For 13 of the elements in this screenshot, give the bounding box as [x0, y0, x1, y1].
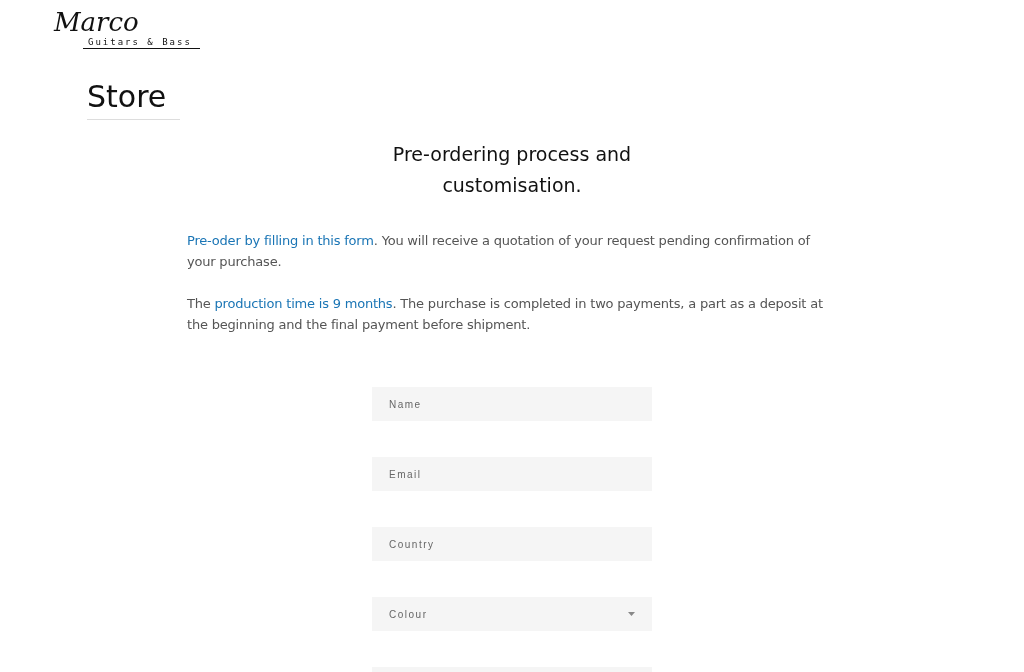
link[interactable]: Pre-oder by filling in this form [187, 233, 374, 248]
link[interactable]: production time is 9 months [214, 296, 393, 311]
input-field[interactable]: Email [372, 457, 652, 491]
input-field[interactable]: Name [372, 387, 652, 421]
select-field[interactable]: Colour [372, 597, 652, 631]
logo-tagline: Guitars & Bass [83, 36, 200, 49]
caret-icon [628, 612, 635, 616]
paragraph: Pre-oder by filling in this form. You will receive a quotation of your request pending confirmation of your purchase. [187, 232, 812, 271]
paragraph: The production time is 9 months. The purchase is completed in two payments, a part as a deposit at the beginning and the final payment before shipment. [187, 295, 824, 334]
section-heading: Pre-ordering process and customisation. [391, 142, 633, 198]
logo-wordmark: Marco [52, 8, 140, 36]
input-field[interactable]: Country [372, 527, 652, 561]
page-title: Store [87, 78, 181, 120]
